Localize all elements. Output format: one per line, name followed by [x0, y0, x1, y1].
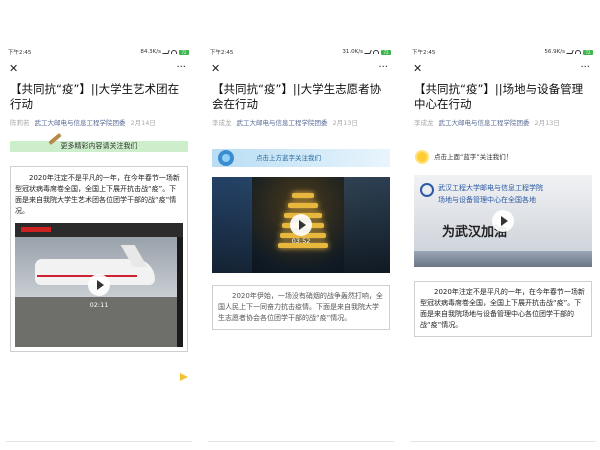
article-meta: 李成龙 武工大邮电与信息工程学院团委 2月13日 [208, 112, 394, 127]
content-box: 2020年注定不是平凡的一年，在今年春节一场新型冠状病毒席卷全国，全国上下展开抗… [414, 281, 592, 337]
nav-bar: ✕ ··· [6, 60, 192, 76]
network-speed: 31.0K/s [342, 49, 363, 55]
account-link[interactable]: 武工大邮电与信息工程学院团委 [35, 117, 126, 127]
more-options-icon[interactable]: ··· [176, 63, 186, 73]
play-icon[interactable] [492, 210, 514, 232]
video-duration: 02:11 [89, 301, 109, 309]
signal-icon [566, 50, 574, 54]
article-meta: 李成龙 武工大邮电与信息工程学院团委 2月13日 [410, 112, 596, 127]
article-meta: 陈莉若 武工大邮电与信息工程学院团委 2月14日 [6, 112, 192, 127]
battery-icon: 72 [583, 49, 593, 55]
close-icon[interactable]: ✕ [413, 62, 422, 75]
intro-paragraph: 2020年注定不是平凡的一年，在今年春节一场新型冠状病毒席卷全国，全国上下展开抗… [15, 174, 180, 215]
play-icon[interactable] [88, 274, 110, 296]
publish-date: 2月13日 [332, 119, 358, 127]
article-title: 【共同抗“疫”】||大学生艺术团在行动 [10, 82, 180, 111]
status-time: 下午2:45 [412, 50, 436, 56]
phone-screen-3: 下午2:45 56.9K/s 72 ✕ ··· 【共同抗“疫”】||场地与设备管… [410, 44, 596, 446]
school-logo-icon [420, 183, 434, 197]
phone-screen-2: 下午2:45 31.0K/s 72 ✕ ··· 【共同抗“疫”】||大学生志愿者… [208, 44, 394, 446]
bookmark-icon [180, 373, 188, 381]
more-options-icon[interactable]: ··· [378, 63, 388, 73]
article-title: 【共同抗“疫”】||场地与设备管理中心在行动 [414, 82, 584, 111]
status-time: 下午2:45 [210, 50, 234, 56]
author-name: 李成龙 [414, 119, 434, 127]
intro-paragraph: 2020年注定不是平凡的一年，在今年春节一场新型冠状病毒席卷全国，全国上下展开抗… [420, 288, 585, 329]
publish-date: 2月13日 [534, 119, 560, 127]
follow-banner: 点击上方蓝字关注我们 [212, 149, 390, 167]
status-bar: 下午2:45 56.9K/s 72 [410, 44, 596, 60]
sun-icon [417, 152, 427, 162]
status-bar: 下午2:45 31.0K/s 72 [208, 44, 394, 60]
content-box: 2020年伊始，一场没有硝烟的战争轰然打响，全国人民上下一同奋力抗击疫情。下面是… [212, 285, 390, 330]
nav-bar: ✕ ··· [208, 60, 394, 76]
content-box: 2020年注定不是平凡的一年，在今年春节一场新型冠状病毒席卷全国，全国上下展开抗… [10, 166, 188, 352]
account-link[interactable]: 武工大邮电与信息工程学院团委 [439, 117, 530, 127]
account-link[interactable]: 武工大邮电与信息工程学院团委 [237, 117, 328, 127]
battery-icon: 72 [179, 49, 189, 55]
follow-banner: 点击上面“蓝字”关注我们！ [414, 149, 592, 165]
author-name: 陈莉若 [10, 119, 30, 127]
wifi-icon [171, 50, 177, 54]
badge-icon [218, 150, 234, 166]
close-icon[interactable]: ✕ [9, 62, 18, 75]
wifi-icon [373, 50, 379, 54]
close-icon[interactable]: ✕ [211, 62, 220, 75]
video-player[interactable]: 03:52 [212, 177, 390, 273]
signal-icon [364, 50, 372, 54]
author-name: 李成龙 [212, 119, 232, 127]
status-time: 下午2:45 [8, 50, 32, 56]
video-player[interactable]: 02:11 [15, 223, 183, 347]
battery-icon: 72 [381, 49, 391, 55]
nav-bar: ✕ ··· [410, 60, 596, 76]
more-options-icon[interactable]: ··· [580, 63, 590, 73]
publish-date: 2月14日 [130, 119, 156, 127]
phone-screen-1: 下午2:45 84.3K/s 72 ✕ ··· 【共同抗“疫”】||大学生艺术团… [6, 44, 192, 446]
follow-banner: 更多精彩内容请关注我们 [10, 132, 188, 152]
video-duration: 03:52 [291, 237, 311, 245]
network-speed: 56.9K/s [544, 49, 565, 55]
play-icon[interactable] [290, 214, 312, 236]
article-title: 【共同抗“疫”】||大学生志愿者协会在行动 [212, 82, 382, 111]
wifi-icon [575, 50, 581, 54]
signal-icon [162, 50, 170, 54]
status-bar: 下午2:45 84.3K/s 72 [6, 44, 192, 60]
intro-paragraph: 2020年伊始，一场没有硝烟的战争轰然打响，全国人民上下一同奋力抗击疫情。下面是… [218, 292, 383, 322]
video-player[interactable]: 武汉工程大学邮电与信息工程学院 场地与设备管理中心在全国各地 为武汉加油 [414, 175, 592, 267]
network-speed: 84.3K/s [140, 49, 161, 55]
